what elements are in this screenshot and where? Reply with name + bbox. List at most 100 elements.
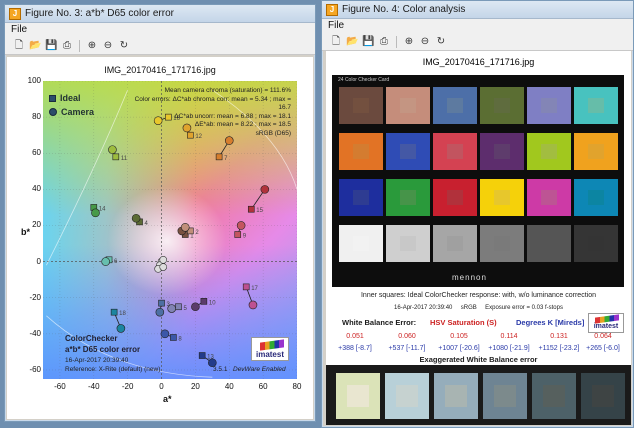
camera-marker: [236, 221, 246, 230]
exaggerated-wb-patch: [532, 373, 576, 419]
ideal-marker: [198, 352, 206, 359]
color-patch-inner: [400, 98, 416, 113]
color-patch: [386, 179, 430, 216]
zoom-in-icon[interactable]: ⊕: [403, 36, 415, 48]
color-patch: [480, 87, 524, 124]
plot-title: IMG_20170416_171716.jpg: [104, 65, 216, 75]
srgb-text: sRGB: [460, 305, 477, 311]
menu-file[interactable]: File: [11, 24, 27, 35]
imatest-logo-text: imatest: [255, 350, 284, 359]
save-icon[interactable]: 💾: [45, 40, 57, 52]
y-tick-label: -40: [29, 328, 41, 338]
color-patch: [339, 179, 383, 216]
x-tick-label: 80: [292, 382, 302, 391]
rotate-icon[interactable]: ↻: [118, 40, 130, 52]
devware-label: DevWare Enabled: [233, 366, 286, 373]
color-patch-inner: [588, 190, 604, 205]
figure-4-window: J Figure No. 4: Color analysis File 🗋 📂 …: [321, 0, 634, 428]
y-tick-label: -60: [29, 364, 41, 374]
camera-marker: [167, 304, 176, 313]
legend: Ideal Camera: [49, 91, 94, 119]
camera-marker: [155, 307, 165, 317]
figure-3-window: J Figure No. 3: a*b* D65 color error Fil…: [4, 4, 316, 422]
imatest-logo: imatest: [588, 313, 624, 333]
neutral-point: [159, 263, 168, 271]
y-tick-label: 40: [32, 184, 41, 194]
camera-marker: [260, 185, 270, 194]
rotate-icon[interactable]: ↻: [435, 36, 447, 48]
x-tick-label: -20: [121, 382, 134, 391]
new-file-icon[interactable]: 🗋: [330, 36, 342, 48]
zoom-out-icon[interactable]: ⊖: [102, 40, 114, 52]
zoom-out-icon[interactable]: ⊖: [419, 36, 431, 48]
card-label: 24 Color Checker Card: [338, 77, 390, 83]
patch-number-label: 5: [183, 306, 187, 312]
patch-number-label: 13: [207, 355, 214, 361]
card-brand: mennon: [452, 273, 487, 282]
color-patch: [339, 225, 383, 262]
patch-number-label: 8: [178, 336, 182, 342]
x-tick-label: -40: [88, 382, 100, 391]
zoom-in-icon[interactable]: ⊕: [86, 40, 98, 52]
figure-3-titlebar[interactable]: J Figure No. 3: a*b* D65 color error: [5, 5, 315, 23]
camera-marker: [248, 300, 258, 310]
color-patch-inner: [353, 98, 369, 113]
color-patch-inner: [447, 144, 463, 159]
matlab-figure-icon: J: [9, 7, 21, 20]
figure-4-titlebar[interactable]: J Figure No. 4: Color analysis: [322, 1, 633, 19]
patch-number-label: 18: [119, 311, 126, 317]
color-patch: [339, 87, 383, 124]
patch-number-label: 9: [243, 234, 247, 240]
color-error-info: Mean camera chroma (saturation) = 111.6%…: [131, 87, 291, 138]
y-axis-label: b*: [21, 227, 30, 237]
patch-number-label: 17: [251, 286, 258, 292]
color-patch-inner: [541, 190, 557, 205]
color-patch-inner: [400, 190, 416, 205]
print-icon[interactable]: ⎙: [378, 36, 390, 48]
toolbar: 🗋 📂 💾 ⎙ ⊕ ⊖ ↻: [322, 33, 633, 51]
color-patch: [386, 87, 430, 124]
wb-degrees-value: +265 [-6.0]: [586, 345, 620, 352]
wb-header-row: White Balance Error: HSV Saturation (S) …: [326, 318, 631, 330]
figure-4-canvas: IMG_20170416_171716.jpg 24 Color Checker…: [326, 51, 631, 425]
ideal-marker: [200, 298, 208, 305]
menu-bar: File: [322, 19, 633, 33]
exaggerated-wb-patch: [434, 373, 478, 419]
wb-degrees-value: +1152 [-23.2]: [538, 345, 580, 352]
legend-camera-marker: [49, 108, 57, 116]
exaggerated-wb-patch: [336, 373, 380, 419]
open-folder-icon[interactable]: 📂: [346, 36, 358, 48]
y-tick-label: 0: [36, 256, 41, 266]
new-file-icon[interactable]: 🗋: [13, 40, 25, 52]
cc-title: ColorChecker: [65, 334, 118, 343]
exaggerated-wb-patch-inner: [396, 385, 418, 407]
date-text: 16-Apr-2017 20:39:40: [394, 305, 453, 311]
exaggerated-wb-patch-inner: [445, 385, 467, 407]
ideal-marker: [242, 283, 250, 291]
wb-degrees-value: +1080 [-21.9]: [488, 345, 530, 352]
color-checker-card: 24 Color Checker Card mennon: [332, 75, 624, 287]
color-patch-inner: [541, 98, 557, 113]
patch-number-label: 6: [114, 259, 118, 265]
inner-squares-text: Inner squares: Ideal ColorChecker respon…: [360, 292, 596, 299]
open-folder-icon[interactable]: 📂: [29, 40, 41, 52]
patch-number-label: 2: [195, 230, 199, 236]
legend-ideal-marker: [49, 94, 56, 102]
hsv-saturation-label: HSV Saturation (S): [430, 318, 497, 327]
menu-file[interactable]: File: [328, 20, 344, 31]
ideal-marker: [110, 308, 118, 316]
patch-number-label: 4: [145, 221, 149, 227]
ideal-marker: [170, 334, 177, 341]
cc-subtitle: a*b* D65 color error: [65, 345, 141, 354]
save-icon[interactable]: 💾: [362, 36, 374, 48]
toolbar-separator: [396, 35, 397, 48]
ideal-marker: [112, 153, 120, 161]
color-patch: [527, 179, 571, 216]
print-icon[interactable]: ⎙: [61, 40, 73, 52]
exaggerated-wb-patch: [385, 373, 429, 419]
info-line: sRGB (D65): [255, 129, 291, 137]
color-patch: [480, 133, 524, 170]
color-patch-inner: [588, 98, 604, 113]
color-patch-inner: [494, 190, 510, 205]
wb-degrees-value: +537 [-11.7]: [388, 345, 426, 352]
